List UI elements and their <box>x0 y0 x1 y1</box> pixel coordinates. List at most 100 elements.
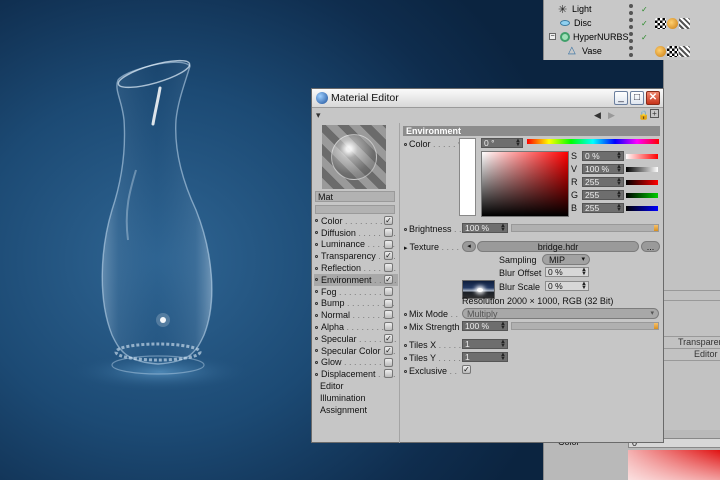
new-window-icon[interactable]: + <box>650 109 659 118</box>
material-preview[interactable] <box>322 125 386 189</box>
color-channel-field-v[interactable]: 100 % ▲ ▼ <box>582 164 624 174</box>
channel-item-alpha[interactable]: Alpha <box>314 321 398 333</box>
enabled-check[interactable]: ✓ <box>641 19 648 28</box>
channel-item-displacement[interactable]: Displacement <box>314 368 398 380</box>
exclusive-label: Exclusive . . <box>404 366 457 376</box>
object-row-disc[interactable]: Disc ✓ <box>544 16 720 30</box>
channel-item-environment[interactable]: Environment✓ <box>314 273 398 286</box>
channel-enable-checkbox[interactable] <box>384 286 393 296</box>
channel-enable-checkbox[interactable] <box>384 239 393 249</box>
lock-icon[interactable]: 🔒 <box>638 110 649 121</box>
lathe-icon: △ <box>568 45 576 56</box>
channel-enable-checkbox[interactable]: ✓ <box>384 345 393 355</box>
column-header-editor[interactable]: Editor <box>694 349 718 359</box>
channel-enable-checkbox[interactable]: ✓ <box>384 333 393 343</box>
tiles-y-label: Tiles Y . . . . . <box>404 353 461 363</box>
channel-enable-checkbox[interactable]: ✓ <box>384 274 393 284</box>
close-button[interactable]: ✕ <box>646 91 660 105</box>
channel-item-normal[interactable]: Normal <box>314 309 398 321</box>
minimize-button[interactable]: _ <box>614 91 628 105</box>
hue-slider[interactable] <box>527 139 659 144</box>
texture-tag-icon[interactable] <box>655 45 666 57</box>
channel-item-fog[interactable]: Fog <box>314 286 398 298</box>
color-channel-field-s[interactable]: 0 % ▲ ▼ <box>582 151 624 161</box>
color-swatch[interactable] <box>459 138 476 216</box>
color-channel-slider-r[interactable] <box>626 180 658 185</box>
channel-enable-checkbox[interactable] <box>384 322 393 332</box>
channel-bullet <box>315 337 318 341</box>
channel-enable-checkbox[interactable] <box>384 298 393 308</box>
compositing-tag-icon[interactable] <box>667 45 678 57</box>
material-tag-icon[interactable] <box>679 45 690 57</box>
saturation-value-square[interactable] <box>481 151 569 217</box>
channel-enable-checkbox[interactable] <box>384 227 393 237</box>
channel-item-reflection[interactable]: Reflection <box>314 262 398 274</box>
object-tags <box>655 45 690 57</box>
channel-item-color[interactable]: Color✓ <box>314 215 398 227</box>
channel-enable-checkbox[interactable]: ✓ <box>384 251 393 261</box>
visibility-dots[interactable] <box>629 31 633 43</box>
material-scroll-bar[interactable] <box>315 205 395 214</box>
maximize-button[interactable]: □ <box>630 91 644 105</box>
texture-file-button[interactable]: bridge.hdr <box>477 241 639 252</box>
color-picker-gradient[interactable] <box>628 450 720 480</box>
color-channel-field-g[interactable]: 255 ▲ ▼ <box>582 190 624 200</box>
channel-enable-checkbox[interactable] <box>384 263 393 273</box>
mix-strength-slider[interactable] <box>511 322 659 330</box>
tiles-x-field[interactable]: 1 ▲ ▼ <box>462 339 508 349</box>
color-channel-letter: V <box>571 164 578 174</box>
hue-field[interactable]: 0 ° ▲ ▼ <box>481 138 523 148</box>
slider-thumb[interactable] <box>654 225 658 231</box>
mix-mode-dropdown[interactable]: Multiply ▾ <box>462 308 659 319</box>
expand-minus-icon[interactable]: − <box>549 33 556 40</box>
material-name-field[interactable]: Mat <box>315 191 395 202</box>
texture-tag-icon[interactable] <box>667 17 678 29</box>
color-channel-slider-b[interactable] <box>626 206 658 211</box>
enabled-check[interactable]: ✓ <box>641 33 648 42</box>
color-channel-field-r[interactable]: 255 ▲ ▼ <box>582 177 624 187</box>
brightness-slider[interactable] <box>511 224 659 232</box>
back-arrow-icon[interactable]: ◀ <box>594 110 601 121</box>
enabled-check[interactable]: ✓ <box>641 5 648 14</box>
compositing-tag-icon[interactable] <box>655 17 666 29</box>
brightness-field[interactable]: 100 % ▲ ▼ <box>462 223 508 233</box>
settings-item-editor[interactable]: Editor <box>314 380 398 392</box>
channel-item-glow[interactable]: Glow <box>314 357 398 369</box>
mix-strength-field[interactable]: 100 % ▲ ▼ <box>462 321 508 331</box>
channel-enable-checkbox[interactable] <box>384 310 393 320</box>
blur-scale-field[interactable]: 0 % ▲ ▼ <box>545 281 589 291</box>
column-header-transparency[interactable]: Transparen <box>678 337 720 347</box>
channel-enable-checkbox[interactable] <box>384 357 393 367</box>
texture-browse-button[interactable]: ... <box>641 241 660 252</box>
color-channel-field-b[interactable]: 255 ▲ ▼ <box>582 203 624 213</box>
sampling-dropdown[interactable]: MIP ▾ <box>542 254 590 265</box>
channel-enable-checkbox[interactable]: ✓ <box>384 216 393 225</box>
visibility-dots[interactable] <box>629 45 633 57</box>
object-row-hypernurbs[interactable]: − HyperNURBS ✓ <box>544 30 720 44</box>
channel-item-bump[interactable]: Bump <box>314 298 398 310</box>
channel-item-specular-color[interactable]: Specular Color✓ <box>314 345 398 357</box>
blur-offset-field[interactable]: 0 % ▲ ▼ <box>545 267 589 277</box>
channel-item-luminance[interactable]: Luminance <box>314 239 398 251</box>
channel-enable-checkbox[interactable] <box>384 369 393 379</box>
object-row-light[interactable]: ✳ Light ✓ <box>544 2 720 16</box>
channel-item-diffusion[interactable]: Diffusion <box>314 227 398 239</box>
settings-item-illumination[interactable]: Illumination <box>314 392 398 404</box>
settings-item-assignment[interactable]: Assignment <box>314 404 398 416</box>
color-channel-slider-s[interactable] <box>626 154 658 159</box>
visibility-dots[interactable] <box>629 17 633 29</box>
slider-thumb[interactable] <box>654 323 658 329</box>
menu-arrow-icon[interactable]: ▾ <box>316 110 321 121</box>
texture-menu-arrow[interactable]: ◂ <box>462 241 476 252</box>
channel-item-specular[interactable]: Specular✓ <box>314 333 398 345</box>
tiles-y-field[interactable]: 1 ▲ ▼ <box>462 352 508 362</box>
title-bar[interactable]: Material Editor _ □ ✕ <box>312 89 663 108</box>
visibility-dots[interactable] <box>629 3 633 15</box>
channel-item-transparency[interactable]: Transparency✓ <box>314 250 398 262</box>
forward-arrow-icon[interactable]: ▶ <box>608 110 615 121</box>
color-channel-slider-g[interactable] <box>626 193 658 198</box>
material-tag-icon[interactable] <box>679 17 690 29</box>
object-row-vase[interactable]: △ Vase <box>544 44 720 58</box>
exclusive-checkbox[interactable]: ✓ <box>462 365 471 374</box>
color-channel-slider-v[interactable] <box>626 167 658 172</box>
